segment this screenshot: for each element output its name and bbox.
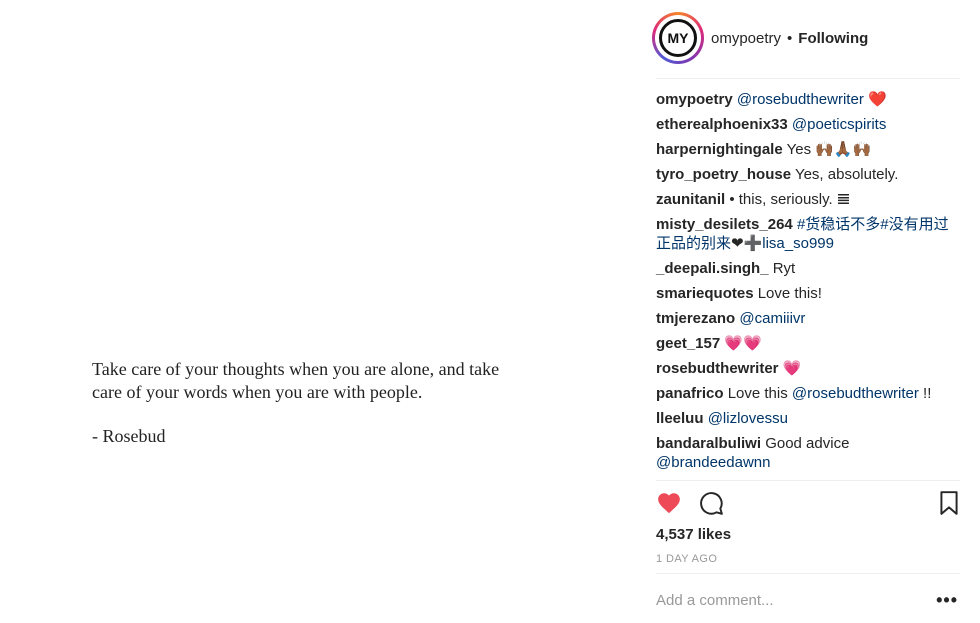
comment-item: omypoetry @rosebudthewriter ❤️ (656, 90, 960, 109)
comment-item: tmjerezano @camiiivr (656, 309, 960, 328)
comment-item: zaunitanil • this, seriously. 𝌆 (656, 190, 960, 209)
comment-item: _deepali.singh_ Ryt (656, 259, 960, 278)
comment-item: misty_desilets_264 #货稳话不多#没有用过正品的别来❤➕lis… (656, 215, 960, 253)
comment-item: rosebudthewriter 💗 (656, 359, 960, 378)
comment-mention-link[interactable]: @brandeedawnn (656, 454, 770, 471)
comment-item: etherealphoenix33 @poeticspirits (656, 115, 960, 134)
header-username[interactable]: omypoetry (711, 30, 781, 47)
quote-line-2: care of your words when you are with peo… (92, 382, 423, 402)
following-button[interactable]: Following (798, 30, 868, 47)
post-sidebar: MY omypoetry • Following omypoetry @rose… (642, 0, 980, 623)
comment-item: panafrico Love this @rosebudthewriter !! (656, 384, 960, 403)
comment-username[interactable]: etherealphoenix33 (656, 116, 788, 133)
comment-text: Yes, absolutely. (794, 166, 899, 183)
comment-text: ❤️ (863, 91, 887, 108)
comment-item: geet_157 💗💗 (656, 334, 960, 353)
divider (656, 573, 960, 574)
comment-username[interactable]: smariequotes (656, 285, 754, 302)
post-timestamp[interactable]: 1 DAY AGO (656, 553, 717, 565)
divider (656, 480, 960, 481)
comment-item: harpernightingale Yes 🙌🏾🙏🏾🙌🏾 (656, 140, 960, 159)
comment-text: Ryt (772, 260, 796, 277)
post-header: MY omypoetry • Following (652, 10, 960, 66)
comment-username[interactable]: bandaralbuliwi (656, 435, 761, 452)
divider (656, 78, 960, 79)
comment-mention-link[interactable]: @lizlovessu (708, 410, 788, 427)
comment-text: Yes 🙌🏾🙏🏾🙌🏾 (786, 141, 872, 158)
comment-username[interactable]: geet_157 (656, 335, 720, 352)
comment-text: Love this! (757, 285, 822, 302)
header-separator: • (787, 29, 793, 47)
comment-username[interactable]: rosebudthewriter (656, 360, 779, 377)
add-comment-input[interactable] (656, 592, 916, 609)
comment-mention-link[interactable]: @rosebudthewriter (737, 91, 864, 108)
comment-text: 💗💗 (724, 335, 762, 352)
comment-username[interactable]: tyro_poetry_house (656, 166, 791, 183)
comment-item: smariequotes Love this! (656, 284, 960, 303)
bookmark-icon[interactable] (938, 490, 960, 516)
comment-item: lleeluu @lizlovessu (656, 409, 960, 428)
comment-text: 💗 (782, 360, 802, 377)
comment-mention-link[interactable]: @poeticspirits (792, 116, 886, 133)
likes-count[interactable]: 4,537 likes (656, 526, 731, 543)
comment-text: Love this (727, 385, 792, 402)
comment-username[interactable]: lleeluu (656, 410, 704, 427)
comments-list: omypoetry @rosebudthewriter ❤️ etherealph… (656, 90, 960, 478)
avatar: MY (659, 19, 697, 57)
comment-username[interactable]: omypoetry (656, 91, 733, 108)
quote-text: Take care of your thoughts when you are … (92, 358, 552, 404)
comment-username[interactable]: harpernightingale (656, 141, 783, 158)
comment-item: bandaralbuliwi Good advice @brandeedawnn (656, 434, 960, 472)
comment-text: Good advice (765, 435, 850, 452)
comment-item: tyro_poetry_house Yes, absolutely. (656, 165, 960, 184)
avatar-story-ring[interactable]: MY (652, 12, 704, 64)
comment-text: !! (918, 385, 932, 402)
comment-username[interactable]: misty_desilets_264 (656, 216, 793, 233)
heart-filled-icon[interactable] (656, 490, 682, 516)
comment-text: ❤➕ (731, 235, 763, 252)
comment-username[interactable]: zaunitanil (656, 191, 725, 208)
comment-mention-link[interactable]: @camiiivr (739, 310, 805, 327)
quote-author: - Rosebud (92, 426, 166, 446)
comment-mention-link[interactable]: @rosebudthewriter (792, 385, 919, 402)
quote-line-1: Take care of your thoughts when you are … (92, 359, 500, 379)
comment-text: • this, seriously. 𝌆 (729, 191, 851, 208)
more-options-icon[interactable]: ••• (936, 591, 958, 609)
comment-mention-link[interactable]: lisa_so999 (762, 235, 834, 252)
comment-username[interactable]: _deepali.singh_ (656, 260, 769, 277)
action-bar (656, 490, 960, 520)
comment-username[interactable]: panafrico (656, 385, 724, 402)
post-image: Take care of your thoughts when you are … (0, 0, 642, 623)
comment-bubble-icon[interactable] (698, 490, 724, 516)
comment-username[interactable]: tmjerezano (656, 310, 735, 327)
instagram-post-page: Take care of your thoughts when you are … (0, 0, 980, 623)
